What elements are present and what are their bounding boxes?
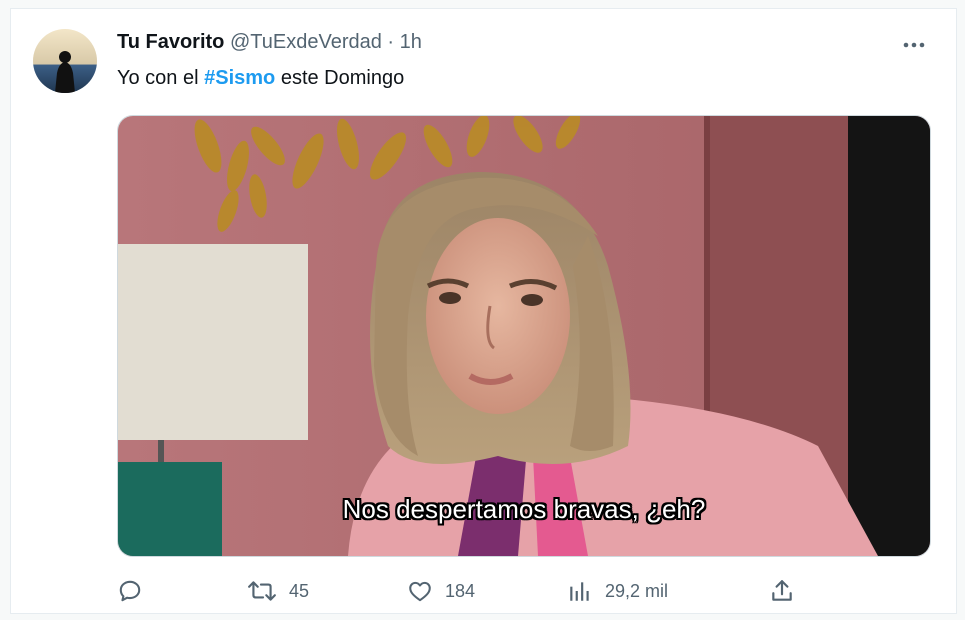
heart-icon bbox=[409, 581, 431, 602]
media-image bbox=[118, 116, 930, 556]
avatar[interactable] bbox=[33, 29, 97, 93]
reply-icon bbox=[119, 580, 141, 602]
tweet-text-after: este Domingo bbox=[275, 67, 405, 89]
retweet-count: 45 bbox=[289, 580, 310, 601]
tweet-actions: 45 184 29,2 mil bbox=[117, 571, 917, 611]
views-button[interactable]: 29,2 mil bbox=[567, 571, 668, 611]
more-options-button[interactable] bbox=[897, 33, 931, 57]
hashtag-link[interactable]: #Sismo bbox=[204, 67, 275, 89]
tweet-card[interactable]: Tu Favorito @TuExdeVerdad · 1h Yo con el… bbox=[10, 8, 957, 614]
more-dots-icon bbox=[903, 42, 925, 48]
tweet-header: Tu Favorito @TuExdeVerdad · 1h bbox=[117, 31, 422, 54]
reply-button[interactable] bbox=[117, 571, 155, 611]
like-button[interactable]: 184 bbox=[407, 571, 475, 611]
share-button[interactable] bbox=[769, 571, 795, 611]
retweet-button[interactable]: 45 bbox=[247, 571, 309, 611]
views-count: 29,2 mil bbox=[605, 580, 669, 601]
author-name[interactable]: Tu Favorito bbox=[117, 31, 224, 53]
tweet-time[interactable]: 1h bbox=[400, 31, 422, 53]
share-icon bbox=[772, 580, 792, 601]
tweet-media[interactable]: Nos despertamos bravas, ¿eh? bbox=[117, 115, 931, 557]
retweet-icon bbox=[248, 581, 276, 601]
like-count: 184 bbox=[445, 580, 476, 601]
tweet-text: Yo con el #Sismo este Domingo bbox=[117, 67, 404, 90]
author-handle[interactable]: @TuExdeVerdad bbox=[230, 31, 382, 53]
views-bar-chart-icon bbox=[570, 582, 589, 601]
header-separator: · bbox=[387, 31, 395, 53]
media-subtitle: Nos despertamos bravas, ¿eh? bbox=[342, 494, 706, 524]
tweet-text-before: Yo con el bbox=[117, 67, 205, 89]
